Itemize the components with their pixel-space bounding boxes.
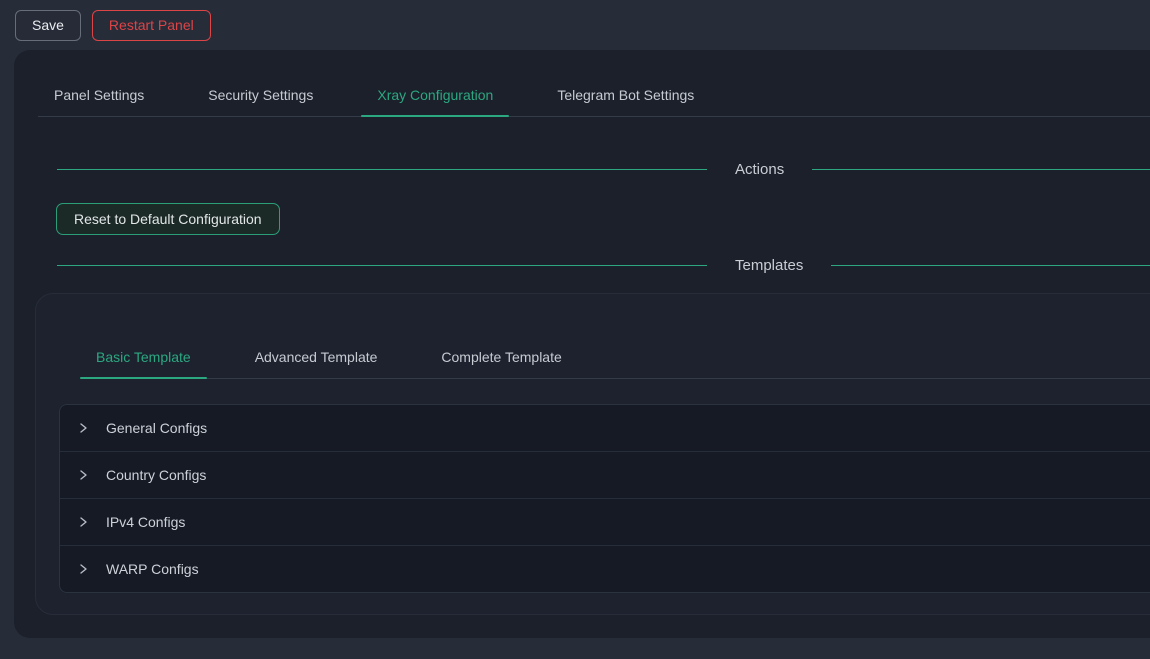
divider-line [57,169,707,170]
tab-panel-settings[interactable]: Panel Settings [38,74,160,116]
collapse-row-label: WARP Configs [106,561,199,577]
reset-to-default-button[interactable]: Reset to Default Configuration [56,203,280,235]
tab-xray-configuration[interactable]: Xray Configuration [361,74,509,116]
collapse-row-label: General Configs [106,420,207,436]
collapse-row-label: Country Configs [106,467,206,483]
tab-basic-template[interactable]: Basic Template [80,336,207,378]
settings-tabs: Panel Settings Security Settings Xray Co… [38,74,1150,117]
tab-telegram-bot-settings[interactable]: Telegram Bot Settings [541,74,710,116]
collapse-row-ipv4-configs[interactable]: IPv4 Configs [60,499,1150,546]
settings-card: Panel Settings Security Settings Xray Co… [14,50,1150,638]
templates-divider: Templates [57,254,1150,276]
collapse-row-warp-configs[interactable]: WARP Configs [60,546,1150,592]
divider-line [831,265,1150,266]
configs-collapse-list: General Configs Country Configs IPv4 Con… [59,404,1150,593]
tab-security-settings[interactable]: Security Settings [192,74,329,116]
actions-divider-label: Actions [707,161,812,178]
actions-divider: Actions [57,158,1150,180]
template-tabs: Basic Template Advanced Template Complet… [80,336,1150,379]
divider-line [57,265,707,266]
tab-advanced-template[interactable]: Advanced Template [239,336,394,378]
chevron-right-icon [77,469,89,481]
collapse-row-label: IPv4 Configs [106,514,185,530]
templates-card: Basic Template Advanced Template Complet… [35,293,1150,615]
chevron-right-icon [77,422,89,434]
restart-panel-button[interactable]: Restart Panel [92,10,211,41]
save-button[interactable]: Save [15,10,81,41]
topbar: Save Restart Panel [0,0,1150,50]
divider-line [812,169,1150,170]
chevron-right-icon [77,516,89,528]
tab-complete-template[interactable]: Complete Template [425,336,577,378]
templates-divider-label: Templates [707,257,831,274]
chevron-right-icon [77,563,89,575]
collapse-row-country-configs[interactable]: Country Configs [60,452,1150,499]
collapse-row-general-configs[interactable]: General Configs [60,405,1150,452]
